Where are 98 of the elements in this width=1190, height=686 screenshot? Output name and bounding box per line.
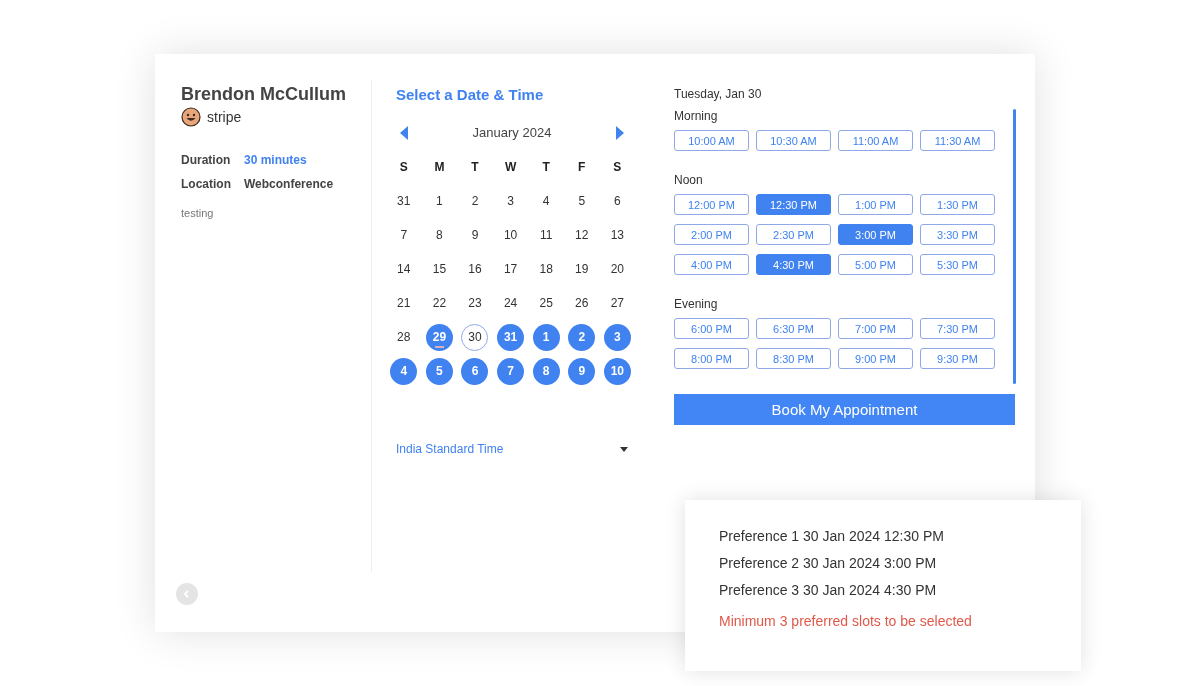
detail-label: Location (181, 177, 232, 191)
calendar-day: 27 (603, 289, 631, 317)
period-label: Evening (674, 297, 719, 311)
time-slot[interactable]: 11:00 AM (838, 130, 913, 151)
time-slot[interactable]: 10:00 AM (674, 130, 749, 151)
weekday-label: T (542, 160, 550, 174)
calendar-day: 28 (390, 323, 418, 351)
host-name: Brendon McCullum (181, 84, 347, 105)
time-slot[interactable]: 3:00 PM (838, 224, 913, 245)
calendar-day: 24 (497, 289, 525, 317)
calendar-day: 19 (568, 255, 596, 283)
weekday-label: S (399, 160, 408, 174)
chevron-left-icon (182, 589, 192, 599)
calendar-day: 17 (497, 255, 525, 283)
time-slot[interactable]: 4:00 PM (674, 254, 749, 275)
calendar-day[interactable]: 29 (425, 323, 453, 351)
calendar-day: 10 (497, 221, 525, 249)
time-slot[interactable]: 10:30 AM (756, 130, 831, 151)
time-slot[interactable]: 7:00 PM (838, 318, 913, 339)
month-label: January 2024 (472, 125, 552, 140)
calendar-day: 18 (532, 255, 560, 283)
time-slot[interactable]: 8:00 PM (674, 348, 749, 369)
error-message: Minimum 3 preferred slots to be selected (719, 613, 973, 629)
time-slot[interactable]: 9:30 PM (920, 348, 995, 369)
time-slot[interactable]: 8:30 PM (756, 348, 831, 369)
calendar-day: 11 (532, 221, 560, 249)
company-name: stripe (207, 109, 242, 125)
calendar-day: 5 (568, 187, 596, 215)
calendar-day[interactable]: 30 (461, 323, 489, 351)
calendar-day: 23 (461, 289, 489, 317)
next-month-icon[interactable] (616, 125, 624, 140)
weekday-label: T (471, 160, 479, 174)
scrollbar[interactable] (1013, 109, 1016, 384)
time-slot[interactable]: 12:30 PM (756, 194, 831, 215)
detail-value: 30 minutes (244, 153, 307, 167)
calendar-day[interactable]: 10 (603, 357, 631, 385)
description: testing (181, 207, 215, 219)
time-slot[interactable]: 3:30 PM (920, 224, 995, 245)
section-title: Select a Date & Time (396, 86, 545, 103)
calendar-day: 4 (532, 187, 560, 215)
time-slot[interactable]: 6:30 PM (756, 318, 831, 339)
calendar-day: 22 (425, 289, 453, 317)
calendar-day: 3 (497, 187, 525, 215)
calendar-day[interactable]: 6 (461, 357, 489, 385)
timezone-dropdown[interactable]: India Standard Time (396, 442, 628, 456)
weekday-label: M (434, 160, 445, 174)
book-button[interactable]: Book My Appointment (674, 394, 1015, 425)
calendar-day[interactable]: 5 (425, 357, 453, 385)
calendar-day: 25 (532, 289, 560, 317)
calendar-day: 21 (390, 289, 418, 317)
calendar-day[interactable]: 9 (568, 357, 596, 385)
time-slot[interactable]: 7:30 PM (920, 318, 995, 339)
smiley-icon (181, 107, 201, 127)
selected-date: Tuesday, Jan 30 (674, 87, 763, 101)
calendar-day: 31 (390, 187, 418, 215)
time-slot[interactable]: 1:00 PM (838, 194, 913, 215)
calendar-day: 12 (568, 221, 596, 249)
preference-text: Preference 3 30 Jan 2024 4:30 PM (719, 582, 938, 598)
time-slot[interactable]: 11:30 AM (920, 130, 995, 151)
calendar-day: 7 (390, 221, 418, 249)
time-slot[interactable]: 5:00 PM (838, 254, 913, 275)
preference-text: Preference 2 30 Jan 2024 3:00 PM (719, 555, 938, 571)
calendar-day: 16 (461, 255, 489, 283)
period-label: Noon (674, 173, 704, 187)
previous-month-icon[interactable] (400, 125, 408, 140)
calendar-day[interactable]: 3 (603, 323, 631, 351)
calendar-day[interactable]: 4 (390, 357, 418, 385)
calendar-day[interactable]: 1 (532, 323, 560, 351)
preference-text: Preference 1 30 Jan 2024 12:30 PM (719, 528, 945, 544)
calendar-day: 15 (425, 255, 453, 283)
calendar-day: 9 (461, 221, 489, 249)
calendar-day: 2 (461, 187, 489, 215)
weekday-label: F (578, 160, 586, 174)
time-slot[interactable]: 2:30 PM (756, 224, 831, 245)
caret-down-icon (620, 446, 628, 452)
time-slot[interactable]: 5:30 PM (920, 254, 995, 275)
calendar-day[interactable]: 7 (497, 357, 525, 385)
detail-label: Duration (181, 153, 232, 167)
time-slot[interactable]: 6:00 PM (674, 318, 749, 339)
time-slot[interactable]: 12:00 PM (674, 194, 749, 215)
time-slot[interactable]: 2:00 PM (674, 224, 749, 245)
time-slot[interactable]: 9:00 PM (838, 348, 913, 369)
calendar-day: 8 (425, 221, 453, 249)
calendar-day: 20 (603, 255, 631, 283)
calendar-day[interactable]: 2 (568, 323, 596, 351)
calendar-day: 26 (568, 289, 596, 317)
weekday-label: W (504, 160, 517, 174)
calendar-day[interactable]: 8 (532, 357, 560, 385)
detail-value: Webconference (244, 177, 334, 191)
calendar-day: 1 (425, 187, 453, 215)
weekday-label: S (613, 160, 622, 174)
period-label: Morning (674, 109, 719, 123)
calendar-day[interactable]: 31 (497, 323, 525, 351)
time-slot[interactable]: 1:30 PM (920, 194, 995, 215)
time-slot[interactable]: 4:30 PM (756, 254, 831, 275)
calendar-day: 6 (603, 187, 631, 215)
calendar-day: 14 (390, 255, 418, 283)
calendar-day: 13 (603, 221, 631, 249)
